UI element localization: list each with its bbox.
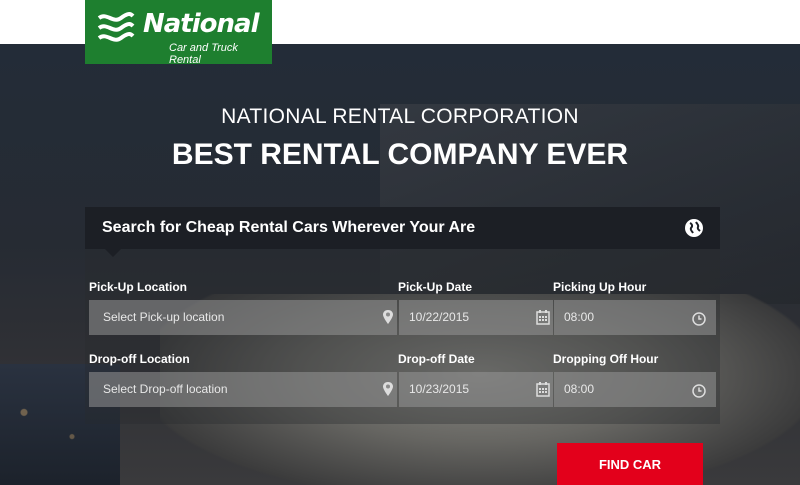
pickup-hour-input[interactable]: 08:00 bbox=[554, 300, 716, 335]
pickup-location-placeholder: Select Pick-up location bbox=[103, 310, 225, 324]
pickup-hour-value: 08:00 bbox=[564, 310, 595, 324]
logo-waves-icon bbox=[97, 12, 135, 42]
clock-icon bbox=[692, 312, 706, 326]
globe-icon bbox=[685, 219, 703, 237]
dropoff-hour-value: 08:00 bbox=[564, 382, 595, 396]
dropoff-hour-input[interactable]: 08:00 bbox=[554, 372, 716, 407]
pickup-date-value: 10/22/2015 bbox=[409, 310, 470, 324]
dropoff-location-label: Drop-off Location bbox=[89, 352, 190, 366]
map-pin-icon bbox=[383, 382, 393, 396]
search-form-header: Search for Cheap Rental Cars Wherever Yo… bbox=[85, 207, 720, 249]
pickup-date-input[interactable]: 10/22/2015 bbox=[399, 300, 553, 335]
national-logo[interactable]: National Car and Truck Rental bbox=[85, 0, 272, 64]
pickup-hour-label: Picking Up Hour bbox=[553, 280, 647, 294]
dropoff-hour-label: Dropping Off Hour bbox=[553, 352, 659, 366]
find-car-button[interactable]: FIND CAR bbox=[557, 443, 703, 485]
dropoff-location-select[interactable]: Select Drop-off location bbox=[89, 372, 397, 407]
dropoff-date-input[interactable]: 10/23/2015 bbox=[399, 372, 553, 407]
dropoff-date-value: 10/23/2015 bbox=[409, 382, 470, 396]
dropoff-location-placeholder: Select Drop-off location bbox=[103, 382, 228, 396]
map-pin-icon bbox=[383, 310, 393, 324]
hero-title: BEST RENTAL COMPANY EVER bbox=[171, 138, 629, 171]
pickup-location-select[interactable]: Select Pick-up location bbox=[89, 300, 397, 335]
logo-brand-name: National bbox=[143, 9, 259, 39]
header-pointer bbox=[105, 249, 121, 257]
hero-subtitle: NATIONAL RENTAL CORPORATION bbox=[221, 105, 579, 128]
calendar-icon bbox=[536, 310, 550, 325]
dropoff-date-label: Drop-off Date bbox=[398, 352, 475, 366]
search-form-heading: Search for Cheap Rental Cars Wherever Yo… bbox=[102, 219, 476, 236]
pickup-location-label: Pick-Up Location bbox=[89, 280, 188, 294]
logo-tagline: Car and Truck Rental bbox=[169, 42, 238, 64]
clock-icon bbox=[692, 384, 706, 398]
pickup-date-label: Pick-Up Date bbox=[398, 280, 473, 294]
calendar-icon bbox=[536, 382, 550, 397]
